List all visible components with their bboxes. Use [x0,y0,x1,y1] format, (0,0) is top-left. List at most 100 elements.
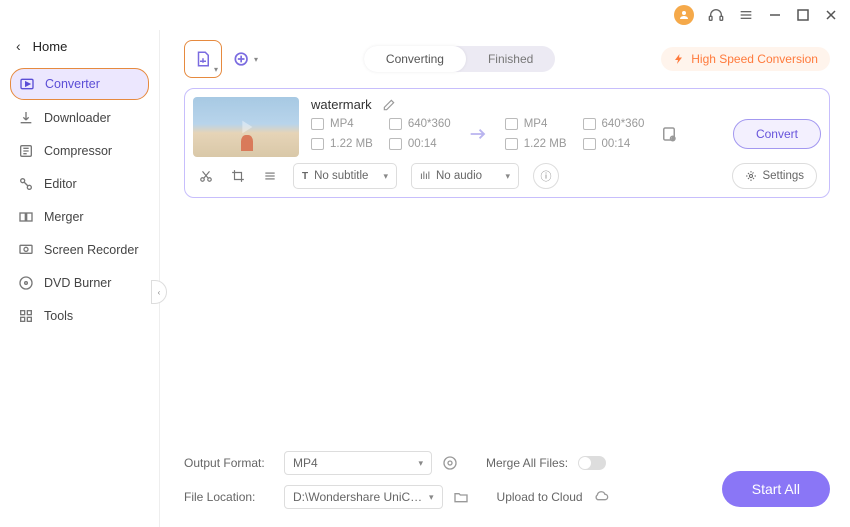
src-duration: 00:14 [408,138,437,150]
chevron-down-icon: ▾ [429,492,434,503]
dst-format: MP4 [524,118,548,130]
file-location-value: D:\Wondershare UniConverter 1 [293,490,423,504]
effects-button[interactable] [261,167,279,185]
resolution-icon [389,118,402,130]
src-resolution: 640*360 [408,118,451,130]
headset-icon[interactable] [708,7,724,23]
avatar[interactable] [674,5,694,25]
sidebar-item-compressor[interactable]: Compressor [10,136,149,166]
lightning-icon [673,53,685,65]
add-cloud-button[interactable]: ▾ [232,46,258,72]
dvd-icon [18,275,34,291]
converter-icon [19,76,35,92]
template-icon[interactable] [442,455,458,471]
main-panel: ▾ ▾ Converting Finished High Speed Conve… [160,30,850,527]
tab-converting[interactable]: Converting [364,46,466,72]
high-speed-button[interactable]: High Speed Conversion [661,47,830,71]
sidebar-item-dvd-burner[interactable]: DVD Burner [10,268,149,298]
clock-icon [389,138,402,150]
sidebar-item-label: Compressor [44,144,112,158]
convert-button[interactable]: Convert [733,119,821,149]
clock-icon [583,138,596,150]
sidebar-item-tools[interactable]: Tools [10,301,149,331]
recorder-icon [18,242,34,258]
dst-size: 1.22 MB [524,138,567,150]
cloud-add-icon [232,49,252,69]
editor-icon [18,176,34,192]
resolution-icon [583,118,596,130]
sidebar-item-label: Downloader [44,111,111,125]
minimize-button[interactable] [768,8,782,22]
trim-button[interactable] [197,167,215,185]
src-size: 1.22 MB [330,138,373,150]
sidebar-item-editor[interactable]: Editor [10,169,149,199]
audio-value: No audio [436,170,482,182]
edit-name-icon[interactable] [382,98,396,112]
tab-finished[interactable]: Finished [466,46,555,72]
chevron-down-icon: ▾ [254,55,258,64]
output-format-label: Output Format: [184,456,274,470]
high-speed-label: High Speed Conversion [691,52,818,66]
download-icon [18,110,34,126]
sidebar-item-label: Editor [44,177,77,191]
sidebar-item-label: Screen Recorder [44,243,139,257]
sidebar-item-label: Tools [44,309,73,323]
output-format-select[interactable]: MP4 ▾ [284,451,432,475]
video-icon [505,118,518,130]
menu-icon[interactable] [738,7,754,23]
sidebar-item-label: Merger [44,210,84,224]
arrow-right-icon [467,123,489,145]
settings-button[interactable]: Settings [732,163,817,189]
add-file-icon [194,50,212,68]
start-all-button[interactable]: Start All [722,471,830,507]
compress-icon [18,143,34,159]
status-tabs: Converting Finished [364,46,555,72]
settings-label: Settings [762,170,804,182]
output-settings-icon[interactable] [660,125,678,143]
dst-duration: 00:14 [602,138,631,150]
file-location-label: File Location: [184,490,274,504]
chevron-down-icon: ▾ [383,171,388,182]
upload-label: Upload to Cloud [497,490,583,504]
sidebar-item-label: Converter [45,77,100,91]
sidebar-item-merger[interactable]: Merger [10,202,149,232]
dst-resolution: 640*360 [602,118,645,130]
video-icon [311,118,324,130]
subtitle-value: No subtitle [314,170,368,182]
output-format-value: MP4 [293,456,318,470]
folder-icon [505,138,518,150]
open-folder-icon[interactable] [453,489,469,505]
chevron-down-icon: ▾ [418,458,423,469]
video-thumbnail[interactable] [193,97,299,157]
folder-icon [311,138,324,150]
tools-icon [18,308,34,324]
file-location-select[interactable]: D:\Wondershare UniConverter 1 ▾ [284,485,443,509]
chevron-down-icon: ▾ [214,65,218,74]
home-label[interactable]: Home [33,39,68,54]
file-name: watermark [311,97,372,112]
src-format: MP4 [330,118,354,130]
subtitle-select[interactable]: T No subtitle ▾ [293,163,397,189]
audio-select[interactable]: ılıl No audio ▾ [411,163,519,189]
back-button[interactable]: ‹ [16,38,21,54]
file-card: watermark MP4 1.22 MB 640*360 00:14 [184,88,830,198]
chevron-down-icon: ▾ [505,171,510,182]
merge-toggle[interactable] [578,456,606,470]
maximize-button[interactable] [796,8,810,22]
play-icon [193,97,299,157]
cloud-icon[interactable] [593,489,609,505]
gear-icon [745,170,757,182]
merge-label: Merge All Files: [486,456,568,470]
sidebar-item-downloader[interactable]: Downloader [10,103,149,133]
titlebar [0,0,850,30]
add-file-button[interactable]: ▾ [184,40,222,78]
toolbar: ▾ ▾ Converting Finished High Speed Conve… [184,30,830,88]
info-button[interactable]: ⓘ [533,163,559,189]
sidebar-item-converter[interactable]: Converter [10,68,149,100]
close-button[interactable] [824,8,838,22]
crop-button[interactable] [229,167,247,185]
sidebar-item-label: DVD Burner [44,276,111,290]
merger-icon [18,209,34,225]
sidebar: ‹ Home Converter Downloader Compressor E… [0,30,160,527]
sidebar-item-screen-recorder[interactable]: Screen Recorder [10,235,149,265]
